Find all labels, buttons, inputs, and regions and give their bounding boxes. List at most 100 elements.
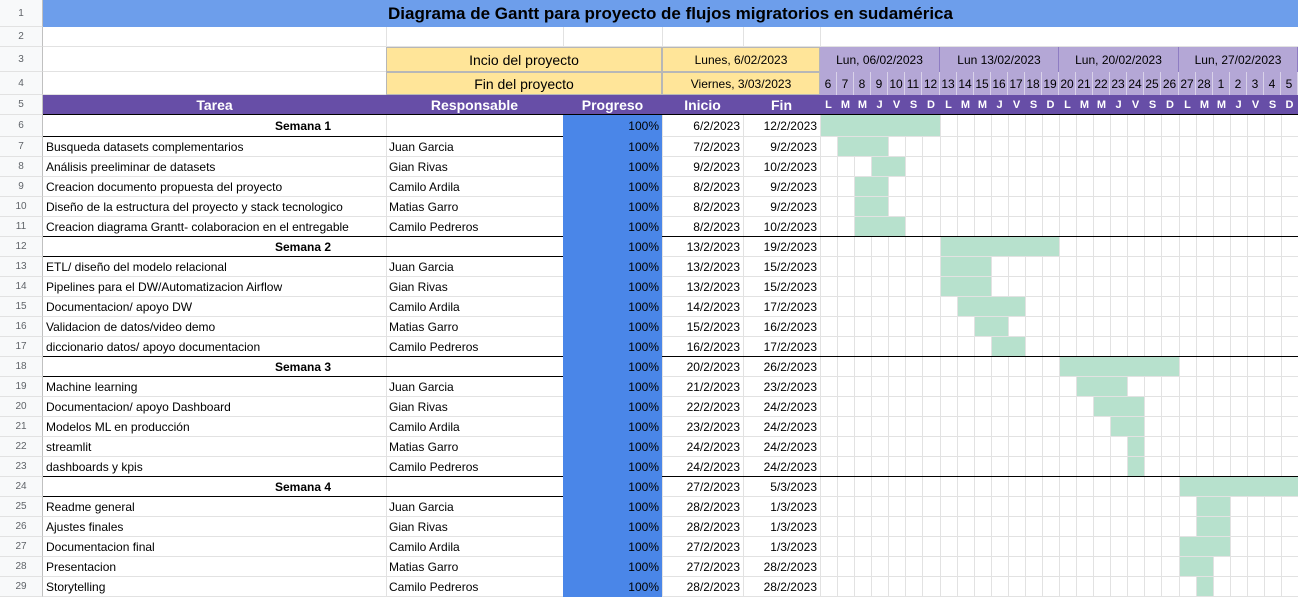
start-date[interactable]: 24/2/2023 <box>662 437 743 457</box>
progress-cell[interactable]: 100% <box>563 557 662 577</box>
project-end-value[interactable]: Viernes, 3/03/2023 <box>662 72 820 95</box>
end-date[interactable]: 28/2/2023 <box>743 577 820 597</box>
end-date[interactable]: 15/2/2023 <box>743 257 820 277</box>
row-number[interactable]: 2 <box>0 27 43 47</box>
row-number[interactable]: 27 <box>0 537 43 557</box>
progress-cell[interactable]: 100% <box>563 537 662 557</box>
start-date[interactable]: 27/2/2023 <box>662 537 743 557</box>
end-date[interactable]: 1/3/2023 <box>743 537 820 557</box>
start-date[interactable]: 28/2/2023 <box>662 577 743 597</box>
gantt-bar[interactable] <box>1197 497 1230 516</box>
gantt-bar[interactable] <box>1128 457 1144 476</box>
progress-cell[interactable]: 100% <box>563 257 662 277</box>
task-name[interactable]: Documentacion/ apoyo DW <box>43 297 386 317</box>
row-number[interactable]: 10 <box>0 197 43 217</box>
task-owner[interactable]: Camilo Ardila <box>386 537 563 557</box>
task-name[interactable]: diccionario datos/ apoyo documentacion <box>43 337 386 357</box>
gantt-bar[interactable] <box>1180 557 1213 576</box>
end-date[interactable]: 12/2/2023 <box>743 115 820 137</box>
task-owner[interactable]: Camilo Pedreros <box>386 457 563 477</box>
progress-cell[interactable]: 100% <box>563 137 662 157</box>
gantt-bar[interactable] <box>958 297 1025 316</box>
row-number[interactable]: 8 <box>0 157 43 177</box>
start-date[interactable]: 15/2/2023 <box>662 317 743 337</box>
progress-cell[interactable]: 100% <box>563 357 662 377</box>
task-owner[interactable]: Gian Rivas <box>386 517 563 537</box>
end-date[interactable]: 9/2/2023 <box>743 137 820 157</box>
row-number[interactable]: 1 <box>0 0 43 27</box>
gantt-bar[interactable] <box>1180 477 1298 496</box>
row-number[interactable]: 17 <box>0 337 43 357</box>
end-date[interactable]: 1/3/2023 <box>743 517 820 537</box>
end-date[interactable]: 24/2/2023 <box>743 397 820 417</box>
progress-cell[interactable]: 100% <box>563 177 662 197</box>
start-date[interactable]: 13/2/2023 <box>662 257 743 277</box>
start-date[interactable]: 9/2/2023 <box>662 157 743 177</box>
start-date[interactable]: 8/2/2023 <box>662 217 743 237</box>
gantt-bar[interactable] <box>941 277 991 296</box>
task-owner[interactable]: Gian Rivas <box>386 397 563 417</box>
progress-cell[interactable]: 100% <box>563 457 662 477</box>
start-date[interactable]: 8/2/2023 <box>662 177 743 197</box>
progress-cell[interactable]: 100% <box>563 517 662 537</box>
end-date[interactable]: 9/2/2023 <box>743 197 820 217</box>
task-owner[interactable]: Camilo Ardila <box>386 177 563 197</box>
end-date[interactable]: 9/2/2023 <box>743 177 820 197</box>
row-number[interactable]: 28 <box>0 557 43 577</box>
progress-cell[interactable]: 100% <box>563 417 662 437</box>
row-number[interactable]: 11 <box>0 217 43 237</box>
progress-cell[interactable]: 100% <box>563 477 662 497</box>
progress-cell[interactable]: 100% <box>563 277 662 297</box>
row-number[interactable]: 18 <box>0 357 43 377</box>
start-date[interactable]: 27/2/2023 <box>662 557 743 577</box>
task-owner[interactable]: Camilo Ardila <box>386 417 563 437</box>
progress-cell[interactable]: 100% <box>563 297 662 317</box>
gantt-bar[interactable] <box>975 317 1008 336</box>
gantt-bar[interactable] <box>855 177 888 196</box>
end-date[interactable]: 28/2/2023 <box>743 557 820 577</box>
end-date[interactable]: 24/2/2023 <box>743 437 820 457</box>
progress-cell[interactable]: 100% <box>563 577 662 597</box>
progress-cell[interactable]: 100% <box>563 157 662 177</box>
start-date[interactable]: 28/2/2023 <box>662 517 743 537</box>
row-number[interactable]: 29 <box>0 577 43 597</box>
task-name[interactable]: Busqueda datasets complementarios <box>43 137 386 157</box>
gantt-bar[interactable] <box>1128 437 1144 456</box>
task-owner[interactable]: Juan Garcia <box>386 137 563 157</box>
start-date[interactable]: 27/2/2023 <box>662 477 743 497</box>
task-owner[interactable]: Juan Garcia <box>386 257 563 277</box>
end-date[interactable]: 24/2/2023 <box>743 417 820 437</box>
task-owner[interactable]: Gian Rivas <box>386 157 563 177</box>
row-number[interactable]: 25 <box>0 497 43 517</box>
row-number[interactable]: 13 <box>0 257 43 277</box>
task-name[interactable]: Storytelling <box>43 577 386 597</box>
task-name[interactable]: Modelos ML en producción <box>43 417 386 437</box>
gantt-bar[interactable] <box>1197 517 1230 536</box>
task-owner[interactable]: Matias Garro <box>386 437 563 457</box>
row-number[interactable]: 3 <box>0 47 43 72</box>
row-number[interactable]: 24 <box>0 477 43 497</box>
gantt-bar[interactable] <box>855 217 905 236</box>
start-date[interactable]: 22/2/2023 <box>662 397 743 417</box>
row-number[interactable]: 9 <box>0 177 43 197</box>
end-date[interactable]: 19/2/2023 <box>743 237 820 257</box>
gantt-bar[interactable] <box>992 337 1025 356</box>
gantt-bar[interactable] <box>941 257 991 276</box>
start-date[interactable]: 14/2/2023 <box>662 297 743 317</box>
progress-cell[interactable]: 100% <box>563 497 662 517</box>
end-date[interactable]: 10/2/2023 <box>743 157 820 177</box>
end-date[interactable]: 1/3/2023 <box>743 497 820 517</box>
row-number[interactable]: 12 <box>0 237 43 257</box>
start-date[interactable]: 7/2/2023 <box>662 137 743 157</box>
progress-cell[interactable]: 100% <box>563 337 662 357</box>
task-owner[interactable]: Matias Garro <box>386 197 563 217</box>
gantt-bar[interactable] <box>1060 357 1179 376</box>
row-number[interactable]: 20 <box>0 397 43 417</box>
gantt-bar[interactable] <box>855 197 888 216</box>
task-owner[interactable]: Camilo Ardila <box>386 297 563 317</box>
row-number[interactable]: 21 <box>0 417 43 437</box>
row-number[interactable]: 19 <box>0 377 43 397</box>
task-owner[interactable]: Camilo Pedreros <box>386 217 563 237</box>
task-owner[interactable]: Camilo Pedreros <box>386 337 563 357</box>
start-date[interactable]: 8/2/2023 <box>662 197 743 217</box>
